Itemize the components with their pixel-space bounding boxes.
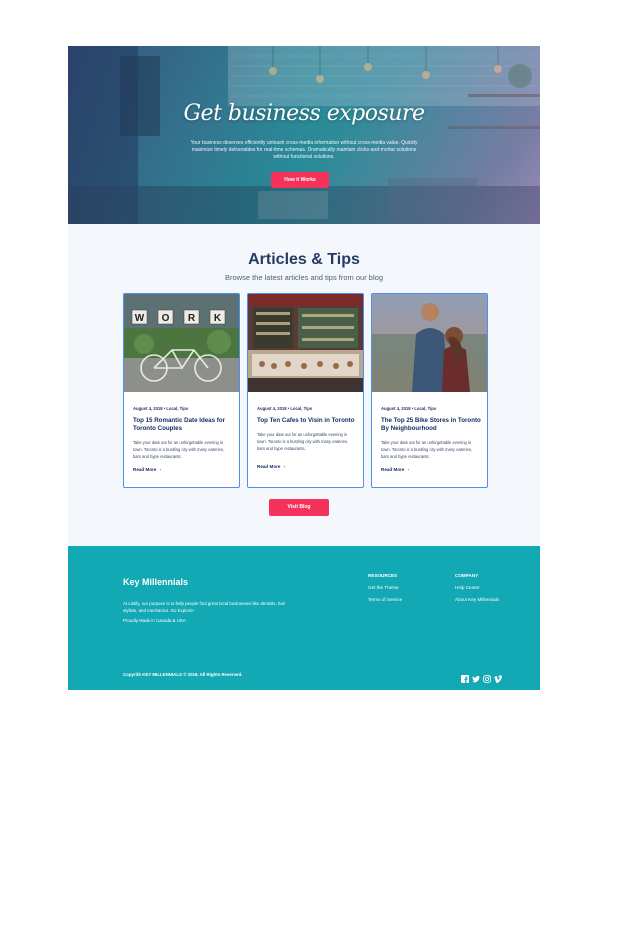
footer-description: At Listify, our purpose is to help peopl… xyxy=(123,601,286,613)
hero-title: Get business exposure xyxy=(183,101,425,126)
resources-heading: RESOURCES xyxy=(368,573,398,578)
hero-section: Get business exposure Your business dese… xyxy=(68,46,540,224)
vimeo-icon[interactable] xyxy=(493,670,502,683)
footer-brand[interactable]: Key Millennials xyxy=(123,577,188,587)
article-meta: August 4, 2018 • Local, Tips xyxy=(133,406,189,411)
articles-title: Articles & Tips xyxy=(248,251,360,268)
footer-link-terms[interactable]: Terms of Service xyxy=(368,597,402,602)
article-image-cafe xyxy=(248,294,363,392)
facebook-icon[interactable] xyxy=(461,670,469,683)
instagram-icon[interactable] xyxy=(483,670,491,683)
svg-text:R: R xyxy=(188,313,196,324)
visit-blog-button[interactable]: Visit Blog xyxy=(269,499,329,516)
article-card[interactable]: W O R K August 4, 2018 • Local, Tips Top 15… xyxy=(123,293,240,488)
how-it-works-button[interactable]: How it Works xyxy=(271,172,329,188)
page: Get business exposure Your business dese… xyxy=(68,46,540,690)
twitter-icon[interactable] xyxy=(472,670,480,683)
article-title[interactable]: Top 15 Romantic Date Ideas for Toronto C… xyxy=(133,417,233,433)
read-more-link[interactable]: Read More › xyxy=(381,467,409,472)
footer: Key Millennials At Listify, our purpose … xyxy=(68,546,540,690)
chevron-right-icon: › xyxy=(283,464,286,469)
chevron-right-icon: › xyxy=(159,467,162,472)
footer-link-get-theme[interactable]: Get the Theme xyxy=(368,585,399,590)
article-image-bicycle: WORK xyxy=(124,294,239,392)
copyright: Copyrith KEY MILLENNIALS © 2018. All Rig… xyxy=(123,672,243,677)
read-more-label: Read More xyxy=(257,464,281,469)
footer-link-about[interactable]: About Key Millennials xyxy=(455,597,499,602)
svg-text:O: O xyxy=(162,313,170,324)
article-card[interactable]: August 4, 2018 • Local, Tips Top Ten Caf… xyxy=(247,293,364,488)
svg-text:K: K xyxy=(214,313,222,324)
read-more-label: Read More xyxy=(133,467,157,472)
company-heading: COMPANY xyxy=(455,573,479,578)
read-more-label: Read More xyxy=(381,467,405,472)
article-excerpt: Take your date out for an unforgettable … xyxy=(257,432,348,451)
article-image-couple xyxy=(372,294,487,392)
articles-subtitle: Browse the latest articles and tips from… xyxy=(225,273,383,282)
read-more-link[interactable]: Read More › xyxy=(133,467,161,472)
article-excerpt: Take your date out for an unforgettable … xyxy=(133,440,224,459)
read-more-link[interactable]: Read More › xyxy=(257,464,285,469)
article-meta: August 4, 2018 • Local, Tips xyxy=(257,406,313,411)
article-excerpt: Take your date out for an unforgettable … xyxy=(381,440,472,459)
hero-overlay xyxy=(68,46,540,224)
footer-made-in: Proudly Made in Canada & USA xyxy=(123,618,186,623)
svg-text:W: W xyxy=(135,313,145,324)
hero-subtitle: Your business deserves efficiently unlea… xyxy=(190,140,418,160)
article-title[interactable]: The Top 25 Bike Stores in Toronto By Nei… xyxy=(381,417,481,433)
footer-link-help-center[interactable]: Help Center xyxy=(455,585,480,590)
article-title[interactable]: Top Ten Cafes to Visin in Toronto xyxy=(257,417,357,425)
article-meta: August 4, 2018 • Local, Tips xyxy=(381,406,437,411)
article-card[interactable]: August 4, 2018 • Local, Tips The Top 25 … xyxy=(371,293,488,488)
chevron-right-icon: › xyxy=(407,467,410,472)
